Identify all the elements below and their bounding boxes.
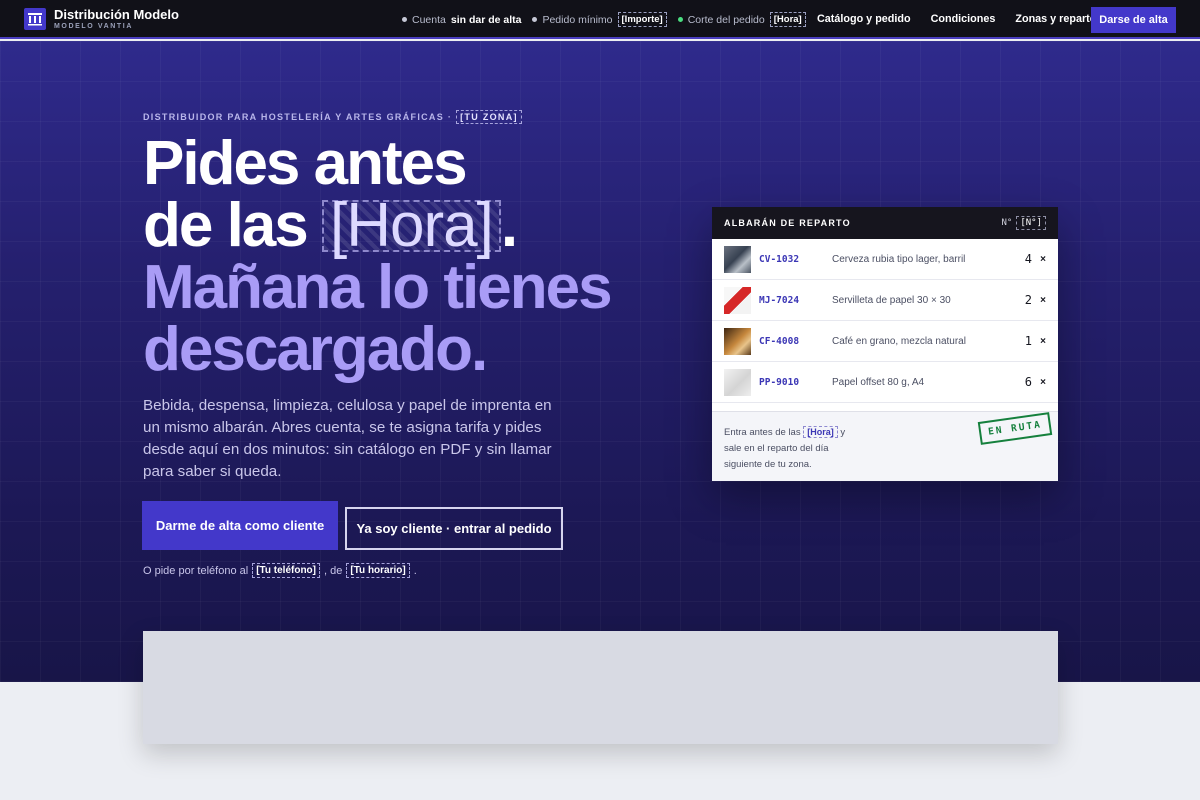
phone-suffix: . — [413, 564, 417, 577]
brand-name: Distribución Modelo — [54, 6, 179, 22]
headline-line-1: Pides antes — [143, 129, 468, 198]
delivery-note-row: CV-1032 Cerveza rubia tipo lager, barril… — [712, 239, 1058, 280]
top-bar: Distribución Modelo MODELO VANTIA Cuenta… — [0, 0, 1200, 39]
signup-button[interactable]: Darse de alta — [1091, 7, 1176, 33]
hour-placeholder: [Hora] — [322, 195, 501, 257]
delivery-note-footer: Entra antes de las [Hora] y sale en el r… — [712, 411, 1058, 481]
status-account: Cuenta sin dar de alta — [402, 14, 521, 26]
status-label: Corte del pedido — [687, 13, 765, 26]
main-nav: Catálogo y pedido Condiciones Zonas y re… — [817, 13, 1116, 25]
status-placeholder: [Importe] — [617, 12, 667, 27]
status-dot-icon — [532, 17, 538, 22]
status-label: Cuenta — [412, 13, 446, 26]
item-description: Papel offset 80 g, A4 — [832, 376, 925, 388]
nav-link-catalog[interactable]: Catálogo y pedido — [817, 13, 911, 25]
in-route-stamp: EN RUTA — [977, 412, 1053, 445]
columns-building-icon — [24, 7, 46, 30]
cutoff-note: Entra antes de las [Hora] y sale en el r… — [724, 424, 859, 473]
phone-middle: , de — [324, 564, 343, 577]
eyebrow-text: DISTRIBUIDOR PARA HOSTELERÍA Y ARTES GRÁ… — [143, 112, 453, 122]
status-minimum-order: Pedido mínimo [Importe] — [532, 12, 667, 27]
content-panel — [143, 631, 1058, 744]
item-quantity: 2 — [1024, 293, 1032, 307]
nav-link-zones[interactable]: Zonas y reparto — [1015, 13, 1096, 25]
phone-prefix: O pide por teléfono al — [143, 564, 249, 577]
zone-placeholder: [TU ZONA] — [456, 110, 522, 124]
paper-thumb — [724, 368, 751, 396]
headline-line-2: de las [Hora]. — [143, 195, 611, 257]
number-label: N° — [1001, 218, 1013, 228]
brand[interactable]: Distribución Modelo MODELO VANTIA — [24, 6, 179, 30]
status-dot-icon — [677, 17, 683, 22]
item-description: Cerveza rubia tipo lager, barril — [832, 253, 966, 265]
status-value: sin dar de alta — [450, 13, 522, 26]
item-description: Café en grano, mezcla natural — [832, 335, 966, 347]
item-description: Servilleta de papel 30 × 30 — [832, 294, 951, 306]
item-unit: × — [1040, 376, 1046, 388]
hours-placeholder: [Tu horario] — [346, 563, 410, 578]
napkin-thumb — [724, 286, 751, 314]
item-quantity: 6 — [1024, 375, 1032, 389]
headline-line-4: descargado. — [143, 315, 488, 384]
delivery-note-row: MJ-7024 Servilleta de papel 30 × 30 2 × — [712, 280, 1058, 321]
status-label: Pedido mínimo — [542, 13, 613, 26]
client-login-button[interactable]: Ya soy cliente · entrar al pedido — [345, 507, 563, 550]
phone-placeholder: [Tu teléfono] — [252, 563, 320, 578]
status-order-cutoff: Corte del pedido [Hora] — [677, 12, 806, 27]
account-status-bar: Cuenta sin dar de alta Pedido mínimo [Im… — [402, 12, 817, 27]
item-unit: × — [1040, 294, 1046, 306]
delivery-note-header: ALBARÁN DE REPARTO N° [N°] — [712, 207, 1058, 239]
delivery-note-number: N° [N°] — [1001, 216, 1046, 230]
delivery-note-row: PP-9010 Papel offset 80 g, A4 6 × — [712, 362, 1058, 403]
status-placeholder: [Hora] — [769, 12, 806, 27]
item-code: CF-4008 — [759, 335, 800, 347]
cutoff-hour-placeholder: [Hora] — [803, 426, 838, 438]
number-placeholder: [N°] — [1016, 216, 1046, 230]
headline-line-3: Mañana lo tienes — [143, 253, 613, 322]
nav-link-conditions[interactable]: Condiciones — [931, 13, 996, 25]
brand-subtitle: MODELO VANTIA — [54, 22, 134, 30]
item-code: CV-1032 — [759, 253, 800, 265]
phone-order-line: O pide por teléfono al [Tu teléfono] , d… — [143, 563, 417, 578]
hero-eyebrow: DISTRIBUIDOR PARA HOSTELERÍA Y ARTES GRÁ… — [143, 110, 522, 124]
beer-keg-thumb — [724, 245, 751, 273]
cutoff-prefix: Entra antes de las — [724, 427, 801, 438]
hero-description: Bebida, despensa, limpieza, celulosa y p… — [143, 397, 552, 480]
status-dot-icon — [402, 17, 407, 22]
hero-section: DISTRIBUIDOR PARA HOSTELERÍA Y ARTES GRÁ… — [0, 41, 1200, 682]
item-quantity: 1 — [1024, 334, 1032, 348]
coffee-thumb — [724, 327, 751, 355]
delivery-note-title: ALBARÁN DE REPARTO — [724, 218, 851, 228]
delivery-note-card: ALBARÁN DE REPARTO N° [N°] CV-1032 Cerve… — [712, 207, 1058, 481]
item-code: MJ-7024 — [759, 294, 800, 306]
item-unit: × — [1040, 335, 1046, 347]
item-quantity: 4 — [1024, 252, 1032, 266]
hero-headline: Pides antes de las [Hora]. Mañana lo tie… — [143, 129, 613, 384]
item-code: PP-9010 — [759, 376, 800, 388]
delivery-note-row: CF-4008 Café en grano, mezcla natural 1 … — [712, 321, 1058, 362]
headline-line-2-suffix: . — [500, 191, 518, 260]
register-client-button[interactable]: Darme de alta como cliente — [142, 501, 338, 550]
headline-line-2-prefix: de las — [143, 191, 322, 260]
item-unit: × — [1040, 253, 1046, 265]
